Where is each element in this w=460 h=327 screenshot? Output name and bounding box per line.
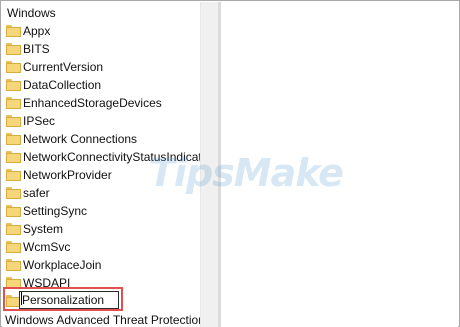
registry-editor-window: Windows Appx BITS CurrentVersion DataCol… — [0, 0, 460, 327]
folder-icon — [6, 169, 21, 181]
tree-item-label: CurrentVersion — [23, 60, 104, 74]
folder-icon — [6, 187, 21, 199]
tree-item-settingsync[interactable]: SettingSync — [2, 202, 200, 220]
tree-item-label: System — [23, 222, 64, 236]
tree-item-label: IPSec — [23, 114, 56, 128]
tree-item-datacollection[interactable]: DataCollection — [2, 76, 200, 94]
tree-item-ipsec[interactable]: IPSec — [2, 112, 200, 130]
folder-icon — [6, 115, 21, 127]
tree-item-label: Appx — [23, 24, 51, 38]
tree-item-label: safer — [23, 186, 50, 200]
tree-item-appx[interactable]: Appx — [2, 22, 200, 40]
tree-item-label: EnhancedStorageDevices — [23, 96, 162, 110]
folder-icon — [6, 205, 21, 217]
tree-item-label: SettingSync — [23, 204, 88, 218]
tree-item-windows-advanced-threat-protection[interactable]: Windows Advanced Threat Protection — [5, 313, 200, 327]
folder-icon — [6, 43, 21, 55]
tree-item-label: WcmSvc — [23, 240, 71, 254]
folder-icon — [6, 25, 21, 37]
tree-item-label: DataCollection — [23, 78, 102, 92]
tree-node-windows[interactable]: Windows — [7, 6, 56, 20]
folder-icon — [6, 151, 21, 163]
folder-icon — [6, 61, 21, 73]
watermark-logo: TipsMake — [149, 151, 344, 195]
tree-item-wcmsvc[interactable]: WcmSvc — [2, 238, 200, 256]
tree-item-label: Network Connections — [23, 132, 138, 146]
folder-icon — [6, 259, 21, 271]
folder-icon — [6, 241, 21, 253]
tree-item-enhancedstoragedevices[interactable]: EnhancedStorageDevices — [2, 94, 200, 112]
highlight-box — [3, 287, 123, 311]
tree-item-currentversion[interactable]: CurrentVersion — [2, 58, 200, 76]
folder-icon — [6, 223, 21, 235]
tree-item-bits[interactable]: BITS — [2, 40, 200, 58]
tree-item-workplacejoin[interactable]: WorkplaceJoin — [2, 256, 200, 274]
folder-icon — [6, 133, 21, 145]
tree-item-system[interactable]: System — [2, 220, 200, 238]
tree-item-network-connections[interactable]: Network Connections — [2, 130, 200, 148]
folder-icon — [6, 97, 21, 109]
tree-item-label: WorkplaceJoin — [23, 258, 102, 272]
tree-item-label: NetworkProvider — [23, 168, 112, 182]
tree-item-label: BITS — [23, 42, 50, 56]
folder-icon — [6, 79, 21, 91]
